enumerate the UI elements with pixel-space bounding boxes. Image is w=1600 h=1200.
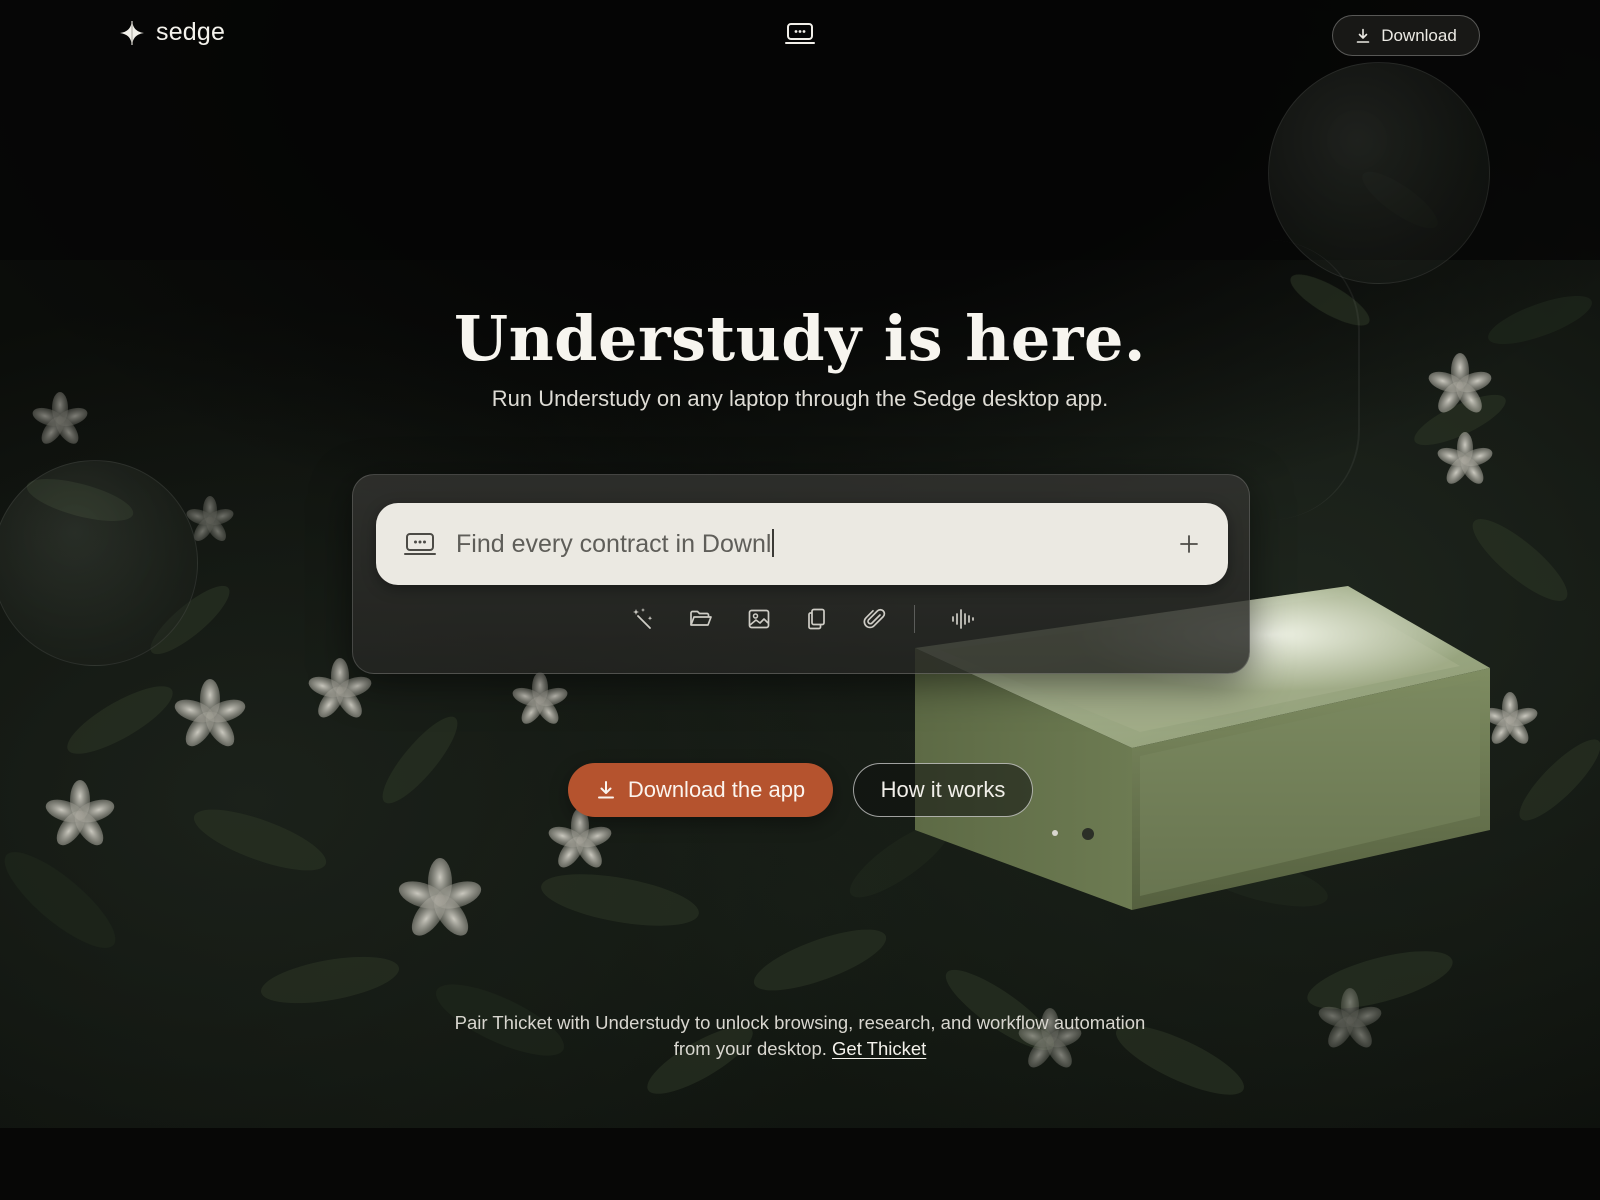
footer-line-2-text: from your desktop. [673, 1038, 827, 1059]
prompt-panel: Find every contract in Downl [352, 474, 1250, 674]
voice-button[interactable] [933, 599, 991, 639]
carousel-dot[interactable] [1052, 830, 1058, 836]
carousel-dot-active[interactable] [1082, 828, 1094, 840]
landing-page: sedge Download Understudy is here. Run U… [0, 0, 1600, 1200]
download-app-label: Download the app [627, 777, 806, 802]
header-download-button[interactable]: Download [1332, 15, 1480, 56]
bottom-band [0, 1128, 1600, 1200]
text-caret [772, 529, 775, 557]
glass-bubble-left [0, 460, 198, 666]
magic-wand-button[interactable] [614, 599, 672, 639]
how-it-works-button[interactable]: How it works [853, 763, 1033, 817]
footer-note: Pair Thicket with Understudy to unlock b… [0, 1010, 1600, 1062]
header-download-label: Download [1381, 25, 1457, 45]
plus-icon[interactable] [1178, 533, 1200, 555]
hero-title: Understudy is here. [454, 302, 1146, 375]
prompt-input[interactable]: Find every contract in Downl [376, 503, 1228, 585]
brand-logo[interactable]: sedge [118, 18, 225, 47]
folder-button[interactable] [672, 599, 730, 639]
prompt-toolbar [353, 599, 1251, 639]
hero-subtitle: Run Understudy on any laptop through the… [491, 386, 1109, 411]
folder-open-icon [689, 610, 712, 626]
get-thicket-link[interactable]: Get Thicket [832, 1038, 926, 1059]
copy-document-icon [807, 608, 825, 630]
magic-wand-icon [632, 608, 652, 629]
laptop-chat-icon[interactable] [785, 22, 815, 48]
sparkle-logo-icon [120, 20, 144, 45]
attach-button[interactable] [846, 599, 904, 639]
paperclip-icon [863, 608, 885, 629]
prompt-text: Find every contract in Downl [456, 529, 775, 559]
image-icon [748, 609, 769, 629]
toolbar-divider [913, 605, 915, 633]
download-icon [1356, 28, 1370, 43]
copy-document-button[interactable] [788, 599, 846, 639]
brand-name: sedge [156, 18, 226, 46]
footer-line-2: from your desktop. Get Thicket [0, 1036, 1600, 1062]
voice-waveform-icon [951, 609, 974, 629]
image-button[interactable] [730, 599, 788, 639]
laptop-chat-icon [404, 533, 436, 555]
download-app-button[interactable]: Download the app [568, 763, 833, 817]
how-it-works-label: How it works [880, 777, 1006, 802]
footer-line-1: Pair Thicket with Understudy to unlock b… [454, 1012, 1146, 1033]
download-icon [597, 781, 614, 799]
